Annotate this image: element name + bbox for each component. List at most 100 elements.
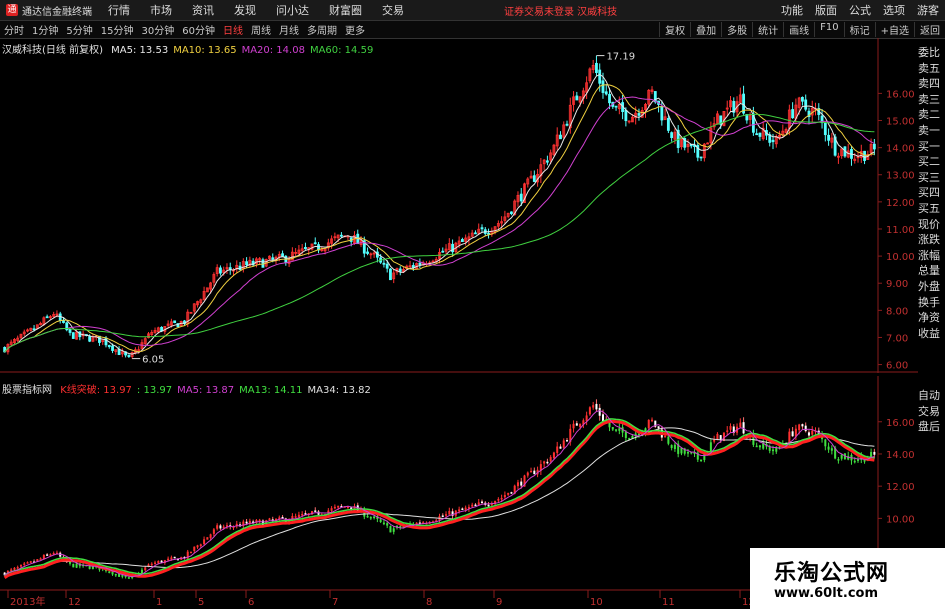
sub-candle-body (562, 440, 565, 448)
period-tab-10[interactable]: 更多 (341, 22, 369, 37)
side-tab-5[interactable]: 卖一 (918, 123, 945, 139)
candle-body (398, 268, 402, 272)
side-tab-16[interactable]: 换手 (918, 295, 945, 311)
sub-candle-body (382, 522, 385, 525)
candle-body (173, 320, 177, 324)
candle-body (418, 262, 422, 266)
sub-candle-body (611, 426, 614, 430)
side-tab-11[interactable]: 现价 (918, 217, 945, 233)
side-tab-9[interactable]: 买四 (918, 185, 945, 201)
side-tab-17[interactable]: 净资 (918, 310, 945, 326)
sub-candle-body (598, 407, 601, 416)
menu-item-6[interactable]: 交易 (372, 2, 414, 18)
candle-body (219, 267, 222, 274)
date-label-5: 7 (332, 597, 338, 606)
sub-candle-body (507, 492, 510, 495)
sub-candle-body (173, 556, 176, 559)
menu-item-2[interactable]: 资讯 (182, 2, 224, 18)
sub-candle-body (369, 517, 372, 519)
period-tab-0[interactable]: 分时 (0, 22, 28, 37)
sub-candle-body (19, 564, 22, 567)
side-tab-8[interactable]: 买三 (918, 170, 945, 186)
side-tab-6[interactable]: 买一 (918, 139, 945, 155)
side-tab-12[interactable]: 涨跌 (918, 232, 945, 248)
candle-body (441, 250, 445, 253)
sub-candle-body (758, 445, 761, 448)
sub-candle-body (830, 448, 833, 451)
menu-item-0[interactable]: 行情 (98, 2, 140, 18)
sub-candle-body (75, 563, 78, 568)
toolbar-button-0[interactable]: 复权 (659, 22, 690, 37)
side-tab-15[interactable]: 外盘 (918, 279, 945, 295)
menu-item-5[interactable]: 财富圈 (319, 2, 372, 18)
side-tab-18[interactable]: 收益 (918, 326, 945, 342)
period-tab-8[interactable]: 月线 (275, 22, 303, 37)
period-tab-1[interactable]: 1分钟 (28, 22, 62, 37)
sub-candle-body (474, 504, 477, 507)
side-mode-tab-1[interactable]: 交易 (918, 404, 945, 420)
period-tab-9[interactable]: 多周期 (303, 22, 341, 37)
period-tab-2[interactable]: 5分钟 (62, 22, 96, 37)
menu-right-item-3[interactable]: 选项 (877, 2, 911, 18)
side-tab-1[interactable]: 卖五 (918, 61, 945, 77)
period-tab-4[interactable]: 30分钟 (137, 22, 178, 37)
side-tab-3[interactable]: 卖三 (918, 92, 945, 108)
toolbar-button-8[interactable]: 返回 (914, 22, 945, 37)
period-tab-7[interactable]: 周线 (247, 22, 275, 37)
period-tab-5[interactable]: 60分钟 (178, 22, 219, 37)
side-tab-7[interactable]: 买二 (918, 154, 945, 170)
sub-candle-body (595, 403, 598, 410)
period-tab-6[interactable]: 日线 (219, 22, 247, 37)
menu-item-3[interactable]: 发现 (224, 2, 266, 18)
main-candle-chart[interactable]: 16.00 15.00 14.00 13.00 12.00 11.00 10.00 9.00 8… (0, 38, 918, 373)
sub-candle-body (585, 415, 588, 422)
sub-candle-body (333, 506, 336, 509)
side-tab-4[interactable]: 卖二 (918, 107, 945, 123)
sub-candle-body (739, 422, 742, 428)
menu-item-1[interactable]: 市场 (140, 2, 182, 18)
sub-candle-body (461, 508, 464, 510)
toolbar-button-4[interactable]: 画线 (783, 22, 814, 37)
sub-candle-body (771, 449, 775, 452)
menu-item-4[interactable]: 问小达 (266, 2, 319, 18)
side-tab-2[interactable]: 卖四 (918, 76, 945, 92)
candle-body (601, 80, 605, 93)
login-alert[interactable]: 证券交易未登录 汉威科技 (504, 3, 617, 18)
sub-ytick-label-1: 14.00 (886, 450, 915, 461)
side-tab-0[interactable]: 委比 (918, 45, 945, 61)
toolbar-button-3[interactable]: 统计 (752, 22, 783, 37)
sub-candle-body (572, 423, 575, 429)
side-tab-10[interactable]: 买五 (918, 201, 945, 217)
side-tab-14[interactable]: 总量 (918, 263, 945, 279)
candle-body (104, 337, 108, 346)
toolbar-button-7[interactable]: +自选 (874, 22, 914, 37)
sub-candle-body (804, 425, 807, 432)
menu-right-item-1[interactable]: 版面 (809, 2, 843, 18)
sub-candle-body (206, 537, 209, 540)
toolbar-button-1[interactable]: 叠加 (690, 22, 721, 37)
toolbar-button-5[interactable]: F10 (814, 22, 843, 37)
sub-candle-body (811, 430, 814, 435)
main-ytick-label-2: 14.00 (886, 144, 915, 155)
toolbar-button-2[interactable]: 多股 (721, 22, 752, 37)
sub-candle-body (144, 567, 147, 571)
sub-candle-body (216, 525, 219, 529)
sub-candle-body (533, 470, 536, 475)
menu-right-item-0[interactable]: 功能 (775, 2, 809, 18)
menu-right-item-2[interactable]: 公式 (843, 2, 877, 18)
side-tab-13[interactable]: 涨幅 (918, 248, 945, 264)
side-mode-tab-0[interactable]: 自动 (918, 388, 945, 404)
sub-candle-body (46, 554, 49, 556)
menu-right-item-4[interactable]: 游客 (911, 2, 945, 18)
sub-candle-body (154, 562, 157, 565)
sub-candle-body (196, 545, 199, 548)
sub-candle-body (441, 515, 444, 517)
candle-body (666, 118, 670, 131)
side-mode-tab-2[interactable]: 盘后 (918, 419, 945, 435)
sub-ytick-label-3: 10.00 (886, 514, 915, 525)
date-label-6: 8 (426, 597, 432, 606)
toolbar-button-6[interactable]: 标记 (843, 22, 875, 37)
sub-candle-body (618, 428, 621, 431)
sub-candle-body (559, 446, 562, 449)
period-tab-3[interactable]: 15分钟 (97, 22, 138, 37)
